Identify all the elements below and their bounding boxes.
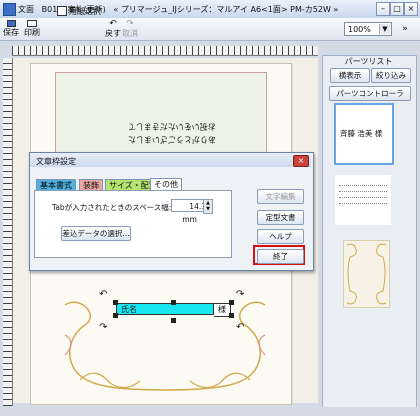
product-name: « プリマージュ_IJシリーズ：マルアイ A6<1面> PM-カ52W » — [113, 5, 339, 14]
close-window-button[interactable]: × — [404, 2, 418, 16]
print-label: 印刷 — [24, 28, 40, 37]
vertical-ruler — [3, 58, 13, 406]
frame-thumbnail-icon — [346, 243, 387, 305]
paper-label: 用紙選択 — [69, 6, 101, 16]
thumbnail-text: 斉藤 浩美 様 — [340, 129, 383, 138]
save-button[interactable]: 保存 — [1, 20, 21, 38]
resize-handle[interactable] — [171, 318, 176, 323]
zoom-select[interactable]: 100% ▼ — [344, 22, 392, 36]
save-label: 保存 — [3, 28, 19, 37]
dialog-title: 文章枠設定 — [36, 157, 76, 166]
undo-label: 戻す — [105, 29, 121, 38]
print-button[interactable]: 印刷 — [22, 20, 42, 38]
name-text-box[interactable]: 氏名 — [116, 303, 214, 315]
message-line-2: ありがとうございました — [128, 135, 216, 144]
cancel-label: 取消 — [122, 29, 138, 38]
paper-select-button[interactable]: 用紙選択 — [55, 3, 103, 19]
zoom-value: 100% — [348, 25, 371, 34]
tab-space-stepper[interactable]: ▲ ▼ — [203, 199, 213, 214]
parts-panel-title: パーツリスト — [344, 57, 393, 66]
resize-handle[interactable] — [113, 313, 118, 318]
horizontal-ruler — [12, 46, 318, 56]
template-text-button[interactable]: 定型文書 — [257, 210, 304, 225]
undo-icon: ↶ — [109, 19, 117, 29]
part-thumbnail-name[interactable]: 斉藤 浩美 様 — [334, 103, 394, 165]
maximize-button[interactable]: □ — [390, 2, 404, 16]
printer-icon — [27, 20, 37, 27]
rotate-handle-icon[interactable]: ↶ — [99, 289, 107, 300]
minimize-button[interactable]: – — [376, 2, 390, 16]
status-bar — [0, 407, 420, 416]
filter-button[interactable]: 絞り込み — [371, 68, 411, 83]
part-thumbnail-frame[interactable] — [343, 240, 390, 308]
edit-text-button[interactable]: 文字編集 — [257, 189, 304, 204]
insert-data-button[interactable]: 差込データの選択... — [61, 226, 131, 241]
help-button[interactable]: ヘルプ — [257, 229, 304, 244]
chevron-down-icon: ▼ — [379, 24, 390, 34]
resize-handle[interactable] — [113, 300, 118, 305]
parts-controller-button[interactable]: パーツコントローラ — [329, 86, 411, 101]
message-line-1: お祝いをいただきまして — [128, 122, 216, 131]
rotate-handle-icon[interactable]: ↷ — [236, 289, 244, 300]
resize-handle[interactable] — [229, 300, 234, 305]
part-thumbnail-text[interactable] — [335, 175, 391, 225]
finish-button[interactable]: 終了 — [257, 249, 304, 264]
app-icon — [3, 3, 16, 16]
rotate-handle-icon[interactable]: ↷ — [99, 322, 107, 333]
resize-handle[interactable] — [229, 313, 234, 318]
app-label: 文面 — [18, 5, 34, 14]
display-toggle-button[interactable]: 横表示 — [330, 68, 370, 83]
redo-button[interactable]: ↷ 取消 — [120, 19, 140, 39]
resize-handle[interactable] — [171, 300, 176, 305]
dialog-close-icon[interactable]: × — [293, 155, 309, 167]
tab-space-label: Tabが入力されたときのスペース幅: — [52, 203, 172, 212]
rotate-handle-icon[interactable]: ↶ — [236, 322, 244, 333]
toolbar-grip-icon[interactable]: » — [398, 22, 412, 36]
paper-icon — [57, 6, 67, 16]
floppy-icon — [6, 20, 16, 27]
redo-icon: ↷ — [126, 19, 134, 29]
